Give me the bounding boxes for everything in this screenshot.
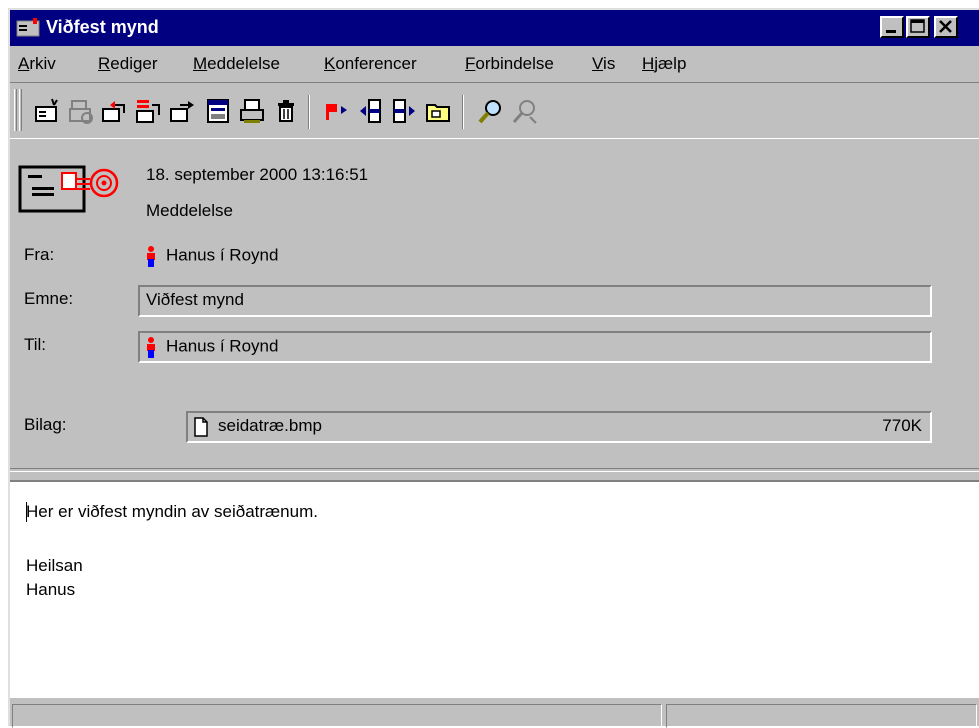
maximize-button[interactable]: [906, 16, 930, 38]
menu-meddelelse[interactable]: Meddelelse: [193, 54, 280, 74]
window-title: Viðfest mynd: [46, 17, 159, 37]
person-icon: [147, 246, 155, 267]
forward-icon[interactable]: [168, 97, 198, 127]
to-label: Til:: [24, 335, 47, 354]
minimize-button[interactable]: [880, 16, 904, 38]
subject-label: Emne:: [24, 289, 74, 308]
print-disabled-icon[interactable]: [66, 97, 96, 127]
to-field[interactable]: Hanus í Roynd: [138, 331, 932, 363]
message-window: Viðfest mynd Arkiv Rediger Meddelelse Ko…: [8, 8, 979, 728]
body-line-3: Hanus: [26, 580, 76, 599]
status-panel-left: [12, 704, 662, 728]
save-icon[interactable]: [204, 97, 234, 127]
menu-arkiv[interactable]: Arkiv: [18, 54, 56, 74]
close-button[interactable]: [934, 16, 958, 38]
delete-icon[interactable]: [272, 97, 302, 127]
toolbar-separator: [308, 95, 310, 129]
find-next-icon[interactable]: [510, 97, 540, 127]
message-header: 18. september 2000 13:16:51 Meddelelse F…: [10, 138, 979, 468]
message-date: 18. september 2000 13:16:51: [146, 165, 369, 184]
menu-konferencer[interactable]: Konferencer: [324, 54, 417, 74]
attachment-name: seidatræ.bmp: [218, 416, 322, 435]
toolbar-grip[interactable]: [19, 89, 22, 131]
person-icon: [147, 337, 155, 358]
toolbar: [10, 82, 979, 138]
menu-hjaelp[interactable]: Hjælp: [642, 54, 686, 74]
attachment-field[interactable]: seidatræ.bmp 770K: [186, 411, 932, 443]
menu-forbindelse[interactable]: Forbindelse: [465, 54, 554, 74]
from-name: Hanus í Roynd: [166, 245, 279, 265]
folder-icon[interactable]: [424, 97, 454, 127]
message-window-icon: [16, 18, 40, 38]
previous-icon[interactable]: [356, 97, 386, 127]
menu-vis[interactable]: Vis: [592, 54, 615, 74]
to-name: Hanus í Roynd: [166, 336, 279, 356]
from-value[interactable]: Hanus í Roynd: [146, 245, 278, 267]
menu-bar: Arkiv Rediger Meddelelse Konferencer For…: [10, 48, 979, 80]
find-icon[interactable]: [476, 97, 506, 127]
from-label: Fra:: [24, 245, 55, 264]
message-postmark-icon: [18, 161, 130, 217]
message-body[interactable]: Her er viðfest myndin av seiðatrænum. He…: [10, 480, 979, 698]
attachment-label: Bilag:: [24, 415, 67, 434]
menu-rediger[interactable]: Rediger: [98, 54, 158, 74]
toolbar-grip[interactable]: [14, 89, 17, 131]
document-icon: [194, 416, 208, 437]
status-panel-right: [666, 704, 977, 728]
reply-icon[interactable]: [100, 97, 130, 127]
status-bar: [10, 700, 979, 728]
body-line-1: Her er viðfest myndin av seiðatrænum.: [26, 502, 318, 521]
next-icon[interactable]: [390, 97, 420, 127]
reply-all-icon[interactable]: [134, 97, 164, 127]
body-line-2: Heilsan: [26, 556, 83, 575]
new-message-icon[interactable]: [32, 97, 62, 127]
subject-field[interactable]: Viðfest mynd: [138, 285, 932, 317]
toolbar-separator: [462, 95, 464, 129]
flag-next-icon[interactable]: [322, 97, 352, 127]
print-icon[interactable]: [238, 97, 268, 127]
attachment-size: 770K: [882, 416, 922, 435]
title-bar[interactable]: Viðfest mynd: [10, 10, 979, 46]
pane-splitter[interactable]: [10, 468, 979, 472]
message-type: Meddelelse: [146, 201, 233, 220]
